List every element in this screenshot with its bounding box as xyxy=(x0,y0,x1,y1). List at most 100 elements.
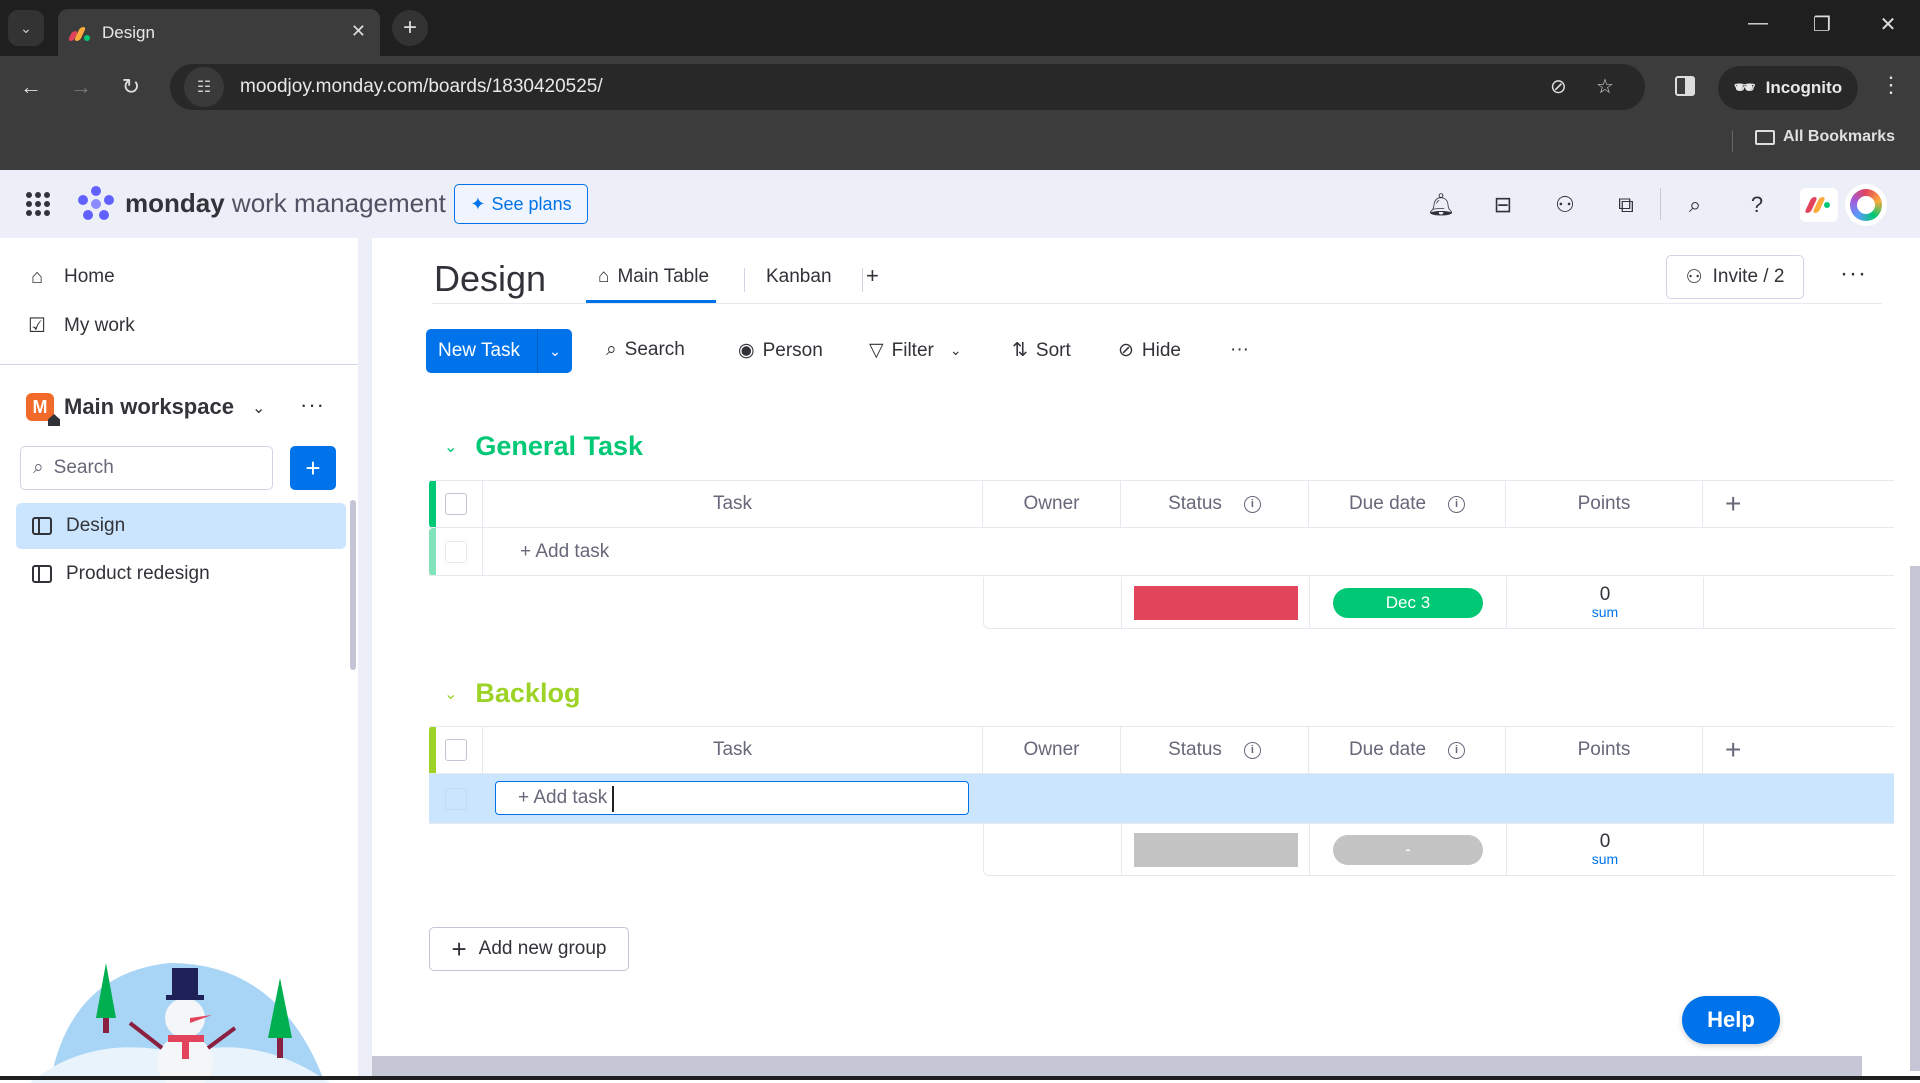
add-task-input-active[interactable]: + Add task xyxy=(495,781,969,815)
notifications-bell-icon[interactable]: 🔔︎ xyxy=(1426,190,1456,220)
tab-label: Kanban xyxy=(766,266,832,287)
star-icon[interactable]: ☆ xyxy=(1596,74,1614,99)
back-icon[interactable]: ← xyxy=(16,74,46,100)
tab-kanban[interactable]: Kanban xyxy=(766,266,832,288)
chevron-down-icon[interactable]: ⌄ xyxy=(444,437,457,457)
site-settings-icon[interactable]: ☷ xyxy=(184,67,224,107)
column-header-due-date[interactable]: Due date i xyxy=(1309,481,1506,527)
column-header-owner[interactable]: Owner xyxy=(983,481,1121,527)
hide-button[interactable]: ⊘ Hide xyxy=(1118,339,1181,362)
close-window-icon[interactable]: ✕ xyxy=(1868,12,1908,37)
workspace-more-icon[interactable]: ··· xyxy=(300,392,325,418)
column-header-status[interactable]: Status i xyxy=(1121,727,1309,773)
add-board-button[interactable]: + xyxy=(290,446,336,490)
monday-product-switcher-icon[interactable] xyxy=(1800,188,1838,222)
info-icon[interactable]: i xyxy=(1243,741,1261,759)
chevron-down-icon[interactable]: ⌄ xyxy=(444,684,457,704)
column-header-status[interactable]: Status i xyxy=(1121,481,1309,527)
apps-marketplace-puzzle-icon[interactable]: ⧉ xyxy=(1611,190,1641,220)
status-summary-bar[interactable] xyxy=(1133,585,1298,620)
vertical-scrollbar[interactable] xyxy=(1910,566,1920,1071)
new-tab-button[interactable]: + xyxy=(392,10,428,46)
apps-grid-icon[interactable] xyxy=(26,192,50,216)
minimize-icon[interactable]: — xyxy=(1738,12,1778,35)
column-header-due-date[interactable]: Due date i xyxy=(1309,727,1506,773)
person-filter-button[interactable]: ◉ Person xyxy=(738,339,823,362)
help-button[interactable]: Help xyxy=(1682,996,1780,1044)
group-title[interactable]: General Task xyxy=(475,431,643,462)
inbox-icon[interactable]: ⊟ xyxy=(1488,190,1518,220)
board-icon xyxy=(32,565,52,583)
status-summary[interactable] xyxy=(1122,824,1310,875)
sort-button[interactable]: ⇅ Sort xyxy=(1012,339,1071,362)
new-task-button[interactable]: New Task ⌄ xyxy=(426,329,572,373)
search-icon[interactable]: ⌕ xyxy=(1680,190,1710,220)
add-new-group-button[interactable]: + Add new group xyxy=(429,927,629,971)
tab-search-button[interactable]: ⌄ xyxy=(8,10,44,46)
sidebar-board-design[interactable]: Design xyxy=(16,503,346,549)
browser-tab[interactable]: Design ✕ xyxy=(58,9,380,56)
more-actions-icon[interactable]: ··· xyxy=(1230,339,1249,361)
due-date-summary[interactable]: - xyxy=(1310,824,1507,875)
search-button[interactable]: ⌕ Search xyxy=(606,339,685,361)
group-header-backlog[interactable]: ⌄ Backlog xyxy=(444,678,580,709)
browser-menu-icon[interactable]: ⋮ xyxy=(1880,72,1902,98)
sidebar-resize-handle[interactable] xyxy=(358,238,372,1080)
due-date-summary-pill[interactable]: Dec 3 xyxy=(1333,587,1483,618)
due-date-summary-pill[interactable]: - xyxy=(1333,834,1483,865)
chevron-down-icon[interactable]: ⌄ xyxy=(538,343,572,360)
sidebar-search-input[interactable]: ⌕ Search xyxy=(20,446,273,490)
group-title[interactable]: Backlog xyxy=(475,678,580,709)
column-header-task[interactable]: Task xyxy=(483,481,983,527)
new-task-label[interactable]: New Task xyxy=(426,329,538,373)
points-summary[interactable]: 0 sum xyxy=(1507,824,1704,875)
see-plans-button[interactable]: ✦ See plans xyxy=(454,184,588,224)
sidebar-scrollbar[interactable] xyxy=(350,500,356,670)
incognito-badge[interactable]: 🕶 Incognito xyxy=(1718,66,1858,110)
forward-icon[interactable]: → xyxy=(66,74,96,100)
chevron-down-icon[interactable]: ⌄ xyxy=(950,342,962,359)
help-question-icon[interactable]: ? xyxy=(1742,190,1772,220)
workspace-selector[interactable]: M Main workspace xyxy=(26,393,234,421)
row-checkbox[interactable] xyxy=(429,774,483,823)
invite-members-icon[interactable]: ⚇ xyxy=(1550,190,1580,220)
board-more-icon[interactable]: ··· xyxy=(1840,260,1867,288)
status-summary[interactable] xyxy=(1122,577,1310,628)
due-date-summary[interactable]: Dec 3 xyxy=(1310,577,1507,628)
info-icon[interactable]: i xyxy=(1243,495,1261,513)
person-label: Person xyxy=(762,339,823,361)
select-all-checkbox[interactable] xyxy=(429,481,483,527)
add-task-input[interactable]: + Add task xyxy=(483,528,983,575)
column-header-points[interactable]: Points xyxy=(1506,727,1703,773)
all-bookmarks-button[interactable]: All Bookmarks xyxy=(1755,128,1895,146)
add-view-button[interactable]: + xyxy=(866,263,879,289)
column-header-owner[interactable]: Owner xyxy=(983,727,1121,773)
close-tab-icon[interactable]: ✕ xyxy=(351,21,366,42)
invite-button[interactable]: ⚇ Invite / 2 xyxy=(1666,255,1804,299)
group-header-general-task[interactable]: ⌄ General Task xyxy=(444,431,643,462)
status-summary-bar[interactable] xyxy=(1133,832,1298,867)
eye-off-icon: ⊘ xyxy=(1118,340,1134,361)
column-header-task[interactable]: Task xyxy=(483,727,983,773)
table-header-row: Task Owner Status i Due date i Points + xyxy=(429,726,1894,774)
filter-button[interactable]: ▽ Filter ⌄ xyxy=(869,339,962,362)
info-icon[interactable]: i xyxy=(1448,495,1466,513)
row-checkbox[interactable] xyxy=(429,528,483,575)
sidebar-board-product-redesign[interactable]: Product redesign xyxy=(16,551,346,597)
restore-icon[interactable]: ❐ xyxy=(1802,12,1842,37)
select-all-checkbox[interactable] xyxy=(429,727,483,773)
user-avatar[interactable] xyxy=(1845,184,1887,226)
address-bar[interactable]: ☷ moodjoy.monday.com/boards/1830420525/ … xyxy=(170,64,1645,110)
eye-off-icon[interactable]: ⊘ xyxy=(1550,74,1567,99)
add-column-button[interactable]: + xyxy=(1703,481,1894,527)
sidebar-item-my-work[interactable]: ☑ My work xyxy=(26,315,135,337)
tab-main-table[interactable]: ⌂ Main Table xyxy=(598,266,709,288)
reload-icon[interactable]: ↻ xyxy=(116,74,146,100)
info-icon[interactable]: i xyxy=(1448,741,1466,759)
column-header-points[interactable]: Points xyxy=(1506,481,1703,527)
sidebar-item-home[interactable]: ⌂ Home xyxy=(26,266,115,288)
add-column-button[interactable]: + xyxy=(1703,727,1894,773)
side-panel-icon[interactable] xyxy=(1675,76,1695,96)
chevron-down-icon[interactable]: ⌄ xyxy=(252,398,265,418)
points-summary[interactable]: 0 sum xyxy=(1507,577,1704,628)
